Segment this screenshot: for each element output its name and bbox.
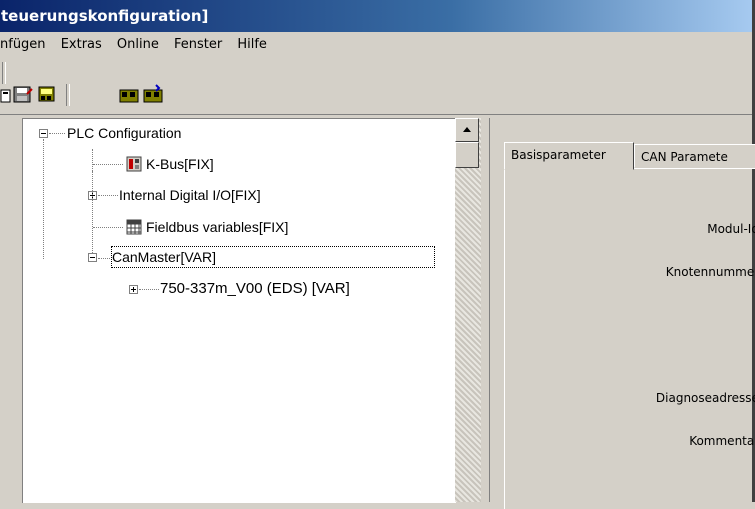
diagnoseadresse-label: Diagnoseadresse: — [655, 391, 755, 405]
window-frame: teuerungskonfiguration] nfügen Extras On… — [0, 0, 755, 509]
configuration-tree-pane: PLC Configuration K-Bus[FIX] Internal Di… — [22, 118, 456, 503]
tree-vertical-scrollbar[interactable] — [455, 118, 481, 502]
title-bar: teuerungskonfiguration] — [0, 0, 752, 32]
toolbar-grip — [2, 62, 6, 84]
basisparameter-panel: Modul-Id: Knotennummer: Diagnoseadresse:… — [504, 168, 755, 509]
pane-splitter[interactable] — [481, 118, 490, 502]
tree-item-canmaster[interactable]: CanMaster[VAR] — [111, 246, 435, 268]
fieldbus-grid-icon — [126, 219, 142, 235]
menu-online[interactable]: Online — [117, 32, 159, 58]
tree-connector — [92, 149, 94, 171]
knotennummer-label: Knotennummer: — [665, 265, 755, 279]
toolbar-separator — [66, 84, 70, 106]
configuration-tree: PLC Configuration K-Bus[FIX] Internal Di… — [23, 119, 456, 503]
menu-hilfe[interactable]: Hilfe — [237, 32, 267, 58]
kommentar-label: Kommentar: — [689, 434, 755, 448]
arrow-up-icon — [463, 127, 471, 132]
menu-fenster[interactable]: Fenster — [174, 32, 222, 58]
toolbar — [0, 58, 752, 115]
menu-bar: nfügen Extras Online Fenster Hilfe — [0, 32, 752, 58]
scroll-up-button[interactable] — [455, 118, 479, 142]
scroll-thumb[interactable] — [455, 142, 479, 168]
tab-basisparameter-label: Basisparameter — [511, 148, 606, 162]
tree-item-internal-digital-io[interactable]: Internal Digital I/O[FIX] — [119, 185, 261, 205]
tree-item-kbus[interactable]: K-Bus[FIX] — [146, 154, 214, 174]
collapse-toggle-root[interactable] — [39, 129, 48, 138]
tree-connector — [92, 171, 94, 253]
tree-connector — [139, 289, 159, 291]
tree-item-plc-configuration[interactable]: PLC Configuration — [67, 123, 181, 143]
module-insert-icon[interactable] — [36, 84, 58, 106]
save-disk-icon[interactable] — [12, 84, 34, 106]
tab-can-parameter[interactable]: CAN Paramete — [634, 144, 755, 168]
tree-connector — [93, 164, 123, 166]
tree-connector — [93, 227, 123, 229]
expand-toggle-module[interactable] — [129, 285, 138, 294]
tree-item-fieldbus-variables[interactable]: Fieldbus variables[FIX] — [146, 217, 288, 237]
properties-pane: Basisparameter CAN Paramete Modul-Id: Kn… — [490, 118, 755, 509]
tab-basisparameter[interactable]: Basisparameter — [504, 142, 634, 170]
collapse-toggle-canmaster[interactable] — [88, 253, 97, 262]
window-title: teuerungskonfiguration] — [1, 7, 209, 25]
menu-einfuegen[interactable]: nfügen — [0, 32, 46, 58]
tree-connector — [98, 195, 118, 197]
tree-connector — [98, 258, 110, 260]
kbus-module-icon — [126, 156, 142, 172]
modul-id-label: Modul-Id: — [707, 222, 755, 236]
tree-item-750-337m[interactable]: 750-337m_V00 (EDS) [VAR] — [160, 279, 350, 299]
tab-can-parameter-label: CAN Paramete — [641, 150, 728, 164]
tree-connector — [43, 139, 45, 259]
paste-module-icon[interactable] — [142, 84, 164, 106]
cut-module-icon[interactable] — [118, 84, 140, 106]
tree-connector — [49, 133, 65, 135]
menu-extras[interactable]: Extras — [61, 32, 102, 58]
